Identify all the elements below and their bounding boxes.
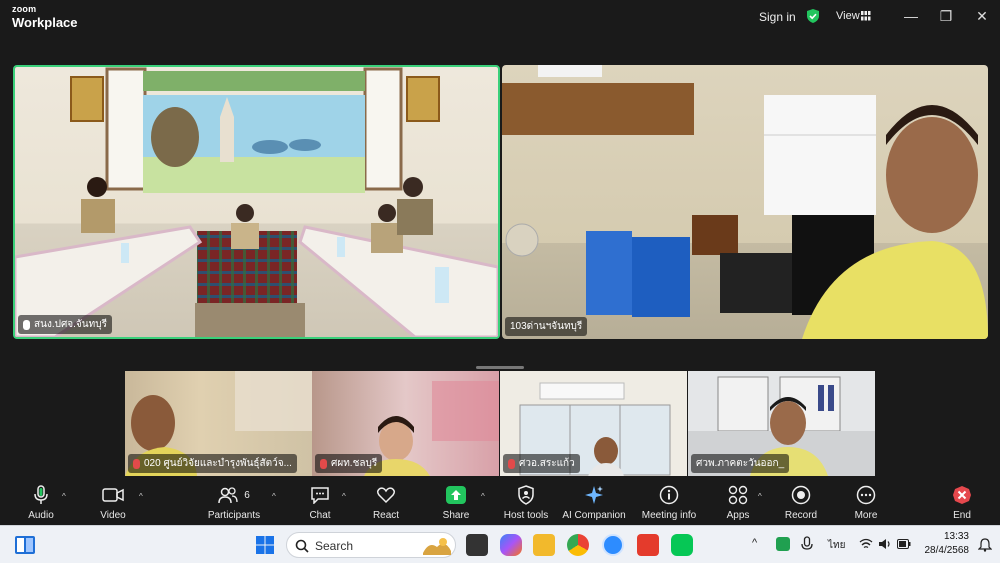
clock-date: 28/4/2568 [924,545,970,556]
more-label: More [854,510,878,521]
apps-icon [728,485,748,505]
restore-icon[interactable]: ❐ [936,6,956,26]
ai-companion-label: AI Companion [562,510,626,521]
audio-options-caret[interactable]: ^ [62,492,66,501]
chrome-icon[interactable] [567,534,589,556]
windows-start-icon[interactable] [256,536,274,554]
participants-options-caret[interactable]: ^ [272,492,276,501]
video-camera-icon [102,488,124,502]
share-options-caret[interactable]: ^ [481,492,485,501]
taskbar-clock[interactable]: 13:33 28/4/2568 [917,530,970,558]
os-taskbar: Search ^ ไทย 13:33 28/4/2568 [0,525,1000,563]
heart-icon [376,487,396,504]
second-video-tile[interactable]: 103ด่านฯจันทบุรี [502,65,988,339]
meeting-room-scene [15,67,498,337]
search-placeholder: Search [315,539,354,553]
strip-resize-handle[interactable] [476,366,524,369]
video-button[interactable]: Video [73,484,153,521]
minimize-icon[interactable]: — [901,6,921,26]
gallery-grid-icon[interactable] [861,11,871,21]
battery-icon[interactable] [897,539,911,549]
meeting-info-button[interactable]: Meeting info [629,484,709,521]
participants-button[interactable]: 6 Participants [194,484,274,521]
file-explorer-icon[interactable] [533,534,555,556]
zoom-logo: zoom Workplace [12,4,78,30]
main-tile-label: สนง.ปศจ.จันทบุรี [18,315,112,334]
more-button[interactable]: More [826,484,906,521]
share-label: Share [442,510,470,521]
share-button[interactable]: Share [416,484,496,521]
strip-name-1: 020 ศูนย์วิจัยและบำรุงพันธุ์สัตว์จ... [144,458,292,469]
participants-icon [218,487,238,504]
tray-app-icon[interactable] [776,537,790,551]
participants-count: 6 [244,489,250,501]
task-view-icon[interactable] [466,534,488,556]
meeting-toolbar: Audio ^ Video ^ 6 Participants ^ Chat ^ … [0,480,1000,525]
main-tile-name: สนง.ปศจ.จันทบุรี [34,319,107,330]
second-tile-label: 103ด่านฯจันทบุรี [505,317,588,336]
audio-button[interactable]: Audio [1,484,81,521]
notification-bell-icon[interactable] [978,538,992,552]
brand-zoom: zoom [12,4,37,14]
video-label: Video [100,510,126,521]
strip-tile-1[interactable]: 020 ศูนย์วิจัยและบำรุงพันธุ์สัตว์จ... [125,371,312,476]
search-highlight-icon [423,538,451,555]
muted-mic-icon [133,458,140,469]
host-shield-icon [518,485,534,505]
pdf-reader-icon[interactable] [637,534,659,556]
video-stage: สนง.ปศจ.จันทบุรี 103ด่านฯจันทบุรี 020 ศู… [0,34,1000,480]
record-icon [791,485,811,505]
strip-label-3: ศวอ.สระแก้ว [503,454,580,473]
copilot-icon[interactable] [500,534,522,556]
ai-companion-button[interactable]: AI Companion [554,484,634,521]
chat-bubble-icon [311,487,329,504]
strip-tile-2[interactable]: ศผท.ชลบุรี [312,371,499,476]
microphone-icon [34,485,48,504]
close-icon[interactable]: ✕ [972,6,992,26]
strip-tile-4[interactable]: ศวพ.ภาคตะวันออก_ [688,371,875,476]
volume-icon[interactable] [878,538,892,550]
react-button[interactable]: React [346,484,426,521]
mic-on-icon [23,319,30,330]
info-icon [659,485,679,505]
strip-tile-3[interactable]: ศวอ.สระแก้ว [500,371,687,476]
strip-name-4: ศวพ.ภาคตะวันออก_ [696,458,785,469]
strip-name-2: ศผท.ชลบุรี [331,458,378,469]
search-icon [295,539,309,553]
input-language[interactable]: ไทย [828,538,845,553]
taskbar-search[interactable]: Search [286,532,456,558]
encryption-shield-icon[interactable] [805,8,821,24]
react-label: React [372,510,400,521]
title-bar: zoom Workplace Sign in View — ❐ ✕ [0,0,1000,34]
video-options-caret[interactable]: ^ [139,492,143,501]
tray-overflow-icon[interactable]: ^ [752,537,757,549]
more-dots-icon [856,485,876,505]
line-app-icon[interactable] [671,534,693,556]
sign-in-link[interactable]: Sign in [759,10,796,24]
strip-label-1: 020 ศูนย์วิจัยและบำรุงพันธุ์สัตว์จ... [128,454,297,473]
strip-label-2: ศผท.ชลบุรี [315,454,383,473]
widgets-icon[interactable] [15,536,35,554]
participants-label: Participants [207,510,261,521]
main-video-tile[interactable]: สนง.ปศจ.จันทบุรี [13,65,500,339]
audio-label: Audio [28,510,54,521]
view-button[interactable]: View [836,10,860,22]
end-button[interactable]: End [922,484,1000,521]
second-tile-name: 103ด่านฯจันทบุรี [510,321,583,332]
muted-mic-icon [320,458,327,469]
strip-label-4: ศวพ.ภาคตะวันออก_ [691,454,790,473]
tray-microphone-icon[interactable] [801,536,813,552]
muted-mic-icon [508,458,515,469]
end-label: End [953,510,971,521]
clock-time: 13:33 [943,531,969,542]
office-scene [502,65,988,339]
wifi-icon[interactable] [859,538,873,550]
zoom-app-icon[interactable] [602,534,624,556]
meeting-info-label: Meeting info [641,510,697,521]
end-call-icon [953,486,971,504]
brand-workplace: Workplace [12,15,78,30]
share-screen-icon [446,486,466,504]
strip-name-3: ศวอ.สระแก้ว [519,458,575,469]
ai-sparkle-icon [585,486,603,504]
